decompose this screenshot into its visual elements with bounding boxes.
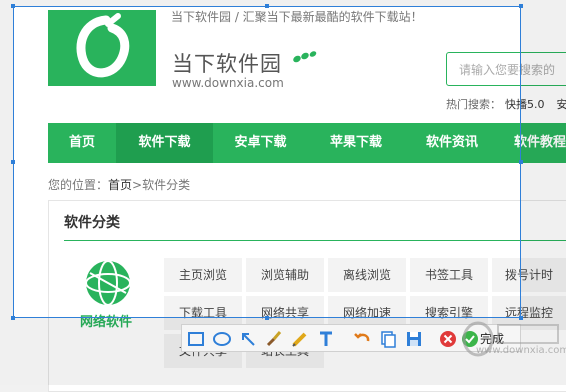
arrow-icon[interactable] <box>238 329 258 349</box>
resize-handle[interactable] <box>265 316 269 320</box>
watermark-text: www.downxia.com <box>476 345 566 356</box>
save-icon[interactable] <box>404 329 424 349</box>
resize-handle[interactable] <box>11 4 15 8</box>
resize-handle[interactable] <box>519 160 523 164</box>
cancel-icon[interactable] <box>438 329 458 349</box>
brush-icon[interactable] <box>264 329 284 349</box>
rectangle-icon[interactable] <box>186 329 206 349</box>
webpage: 当下软件园 / 汇聚当下最新最酷的软件下载站！ 当下软件园 www.downxi… <box>0 0 566 385</box>
resize-handle[interactable] <box>11 316 15 320</box>
resize-handle[interactable] <box>11 160 15 164</box>
text-icon[interactable] <box>316 329 336 349</box>
screenshot-selection[interactable] <box>13 6 521 318</box>
watermark-logo-icon <box>460 317 566 363</box>
highlighter-icon[interactable] <box>290 329 310 349</box>
resize-handle[interactable] <box>519 4 523 8</box>
ellipse-icon[interactable] <box>212 329 232 349</box>
undo-icon[interactable] <box>352 329 372 349</box>
copy-icon[interactable] <box>378 329 398 349</box>
resize-handle[interactable] <box>265 4 269 8</box>
screenshot-dim-overlay <box>0 0 13 318</box>
